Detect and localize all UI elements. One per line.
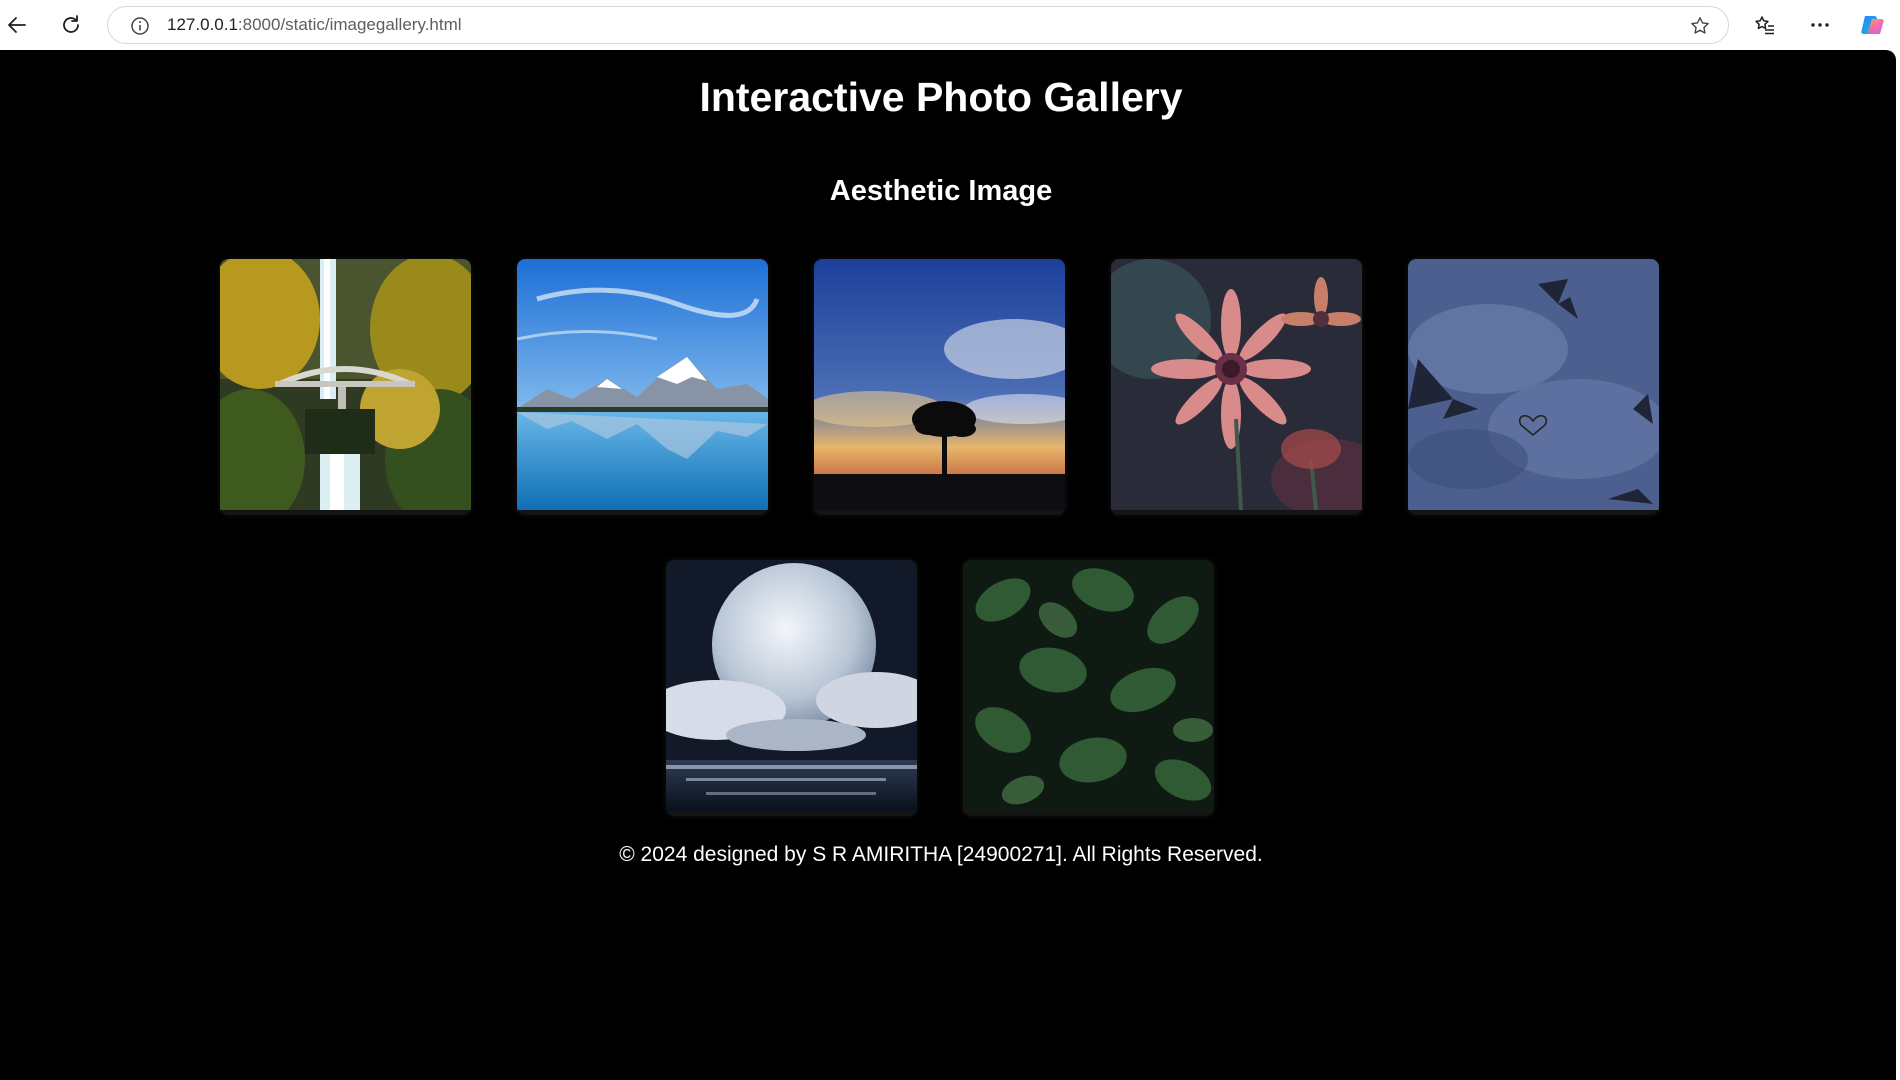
url-host: 127.0.0.1	[167, 15, 238, 34]
footer-text: © 2024 designed by S R AMIRITHA [2490027…	[619, 843, 1263, 866]
page-viewport: Interactive Photo Gallery Aesthetic Imag…	[0, 50, 1896, 1080]
mountain-lake-image	[517, 259, 768, 510]
gallery-item-pink-daisies[interactable]	[1111, 259, 1362, 515]
star-icon[interactable]	[1688, 14, 1712, 38]
info-icon[interactable]	[129, 15, 151, 37]
gallery-item-mountain-lake[interactable]	[517, 259, 768, 515]
browser-toolbar: 127.0.0.1:8000/static/imagegallery.html	[0, 0, 1900, 50]
copilot-button[interactable]	[1856, 8, 1890, 42]
butterflies-sky-image	[1408, 259, 1659, 510]
favorites-button[interactable]	[1748, 8, 1782, 42]
gallery-item-butterflies-sky[interactable]	[1408, 259, 1659, 515]
gallery-item-full-moon-ocean[interactable]	[666, 560, 917, 816]
more-button[interactable]	[1803, 8, 1837, 42]
reload-icon	[63, 15, 79, 33]
waterfall-bridge-image	[220, 259, 471, 510]
url-path: :8000/static/imagegallery.html	[237, 15, 462, 34]
more-icon	[1811, 23, 1829, 27]
gallery-item-sunset-tree[interactable]	[814, 259, 1065, 515]
reload-button[interactable]	[54, 8, 88, 42]
copilot-icon	[1861, 16, 1884, 34]
gallery-item-waterfall-bridge[interactable]	[220, 259, 471, 515]
gallery-item-green-leaves[interactable]	[963, 560, 1214, 816]
pink-daisies-image	[1111, 259, 1362, 510]
page-title: Interactive Photo Gallery	[699, 74, 1183, 120]
full-moon-ocean-image	[666, 560, 917, 811]
section-title: Aesthetic Image	[829, 175, 1053, 207]
address-bar[interactable]: 127.0.0.1:8000/static/imagegallery.html	[107, 6, 1729, 44]
sunset-tree-image	[814, 259, 1065, 510]
green-leaves-image	[963, 560, 1214, 811]
back-button[interactable]	[0, 8, 34, 42]
back-arrow-icon	[8, 17, 26, 33]
url-text[interactable]: 127.0.0.1:8000/static/imagegallery.html	[167, 7, 462, 43]
favorites-icon	[1755, 16, 1774, 35]
